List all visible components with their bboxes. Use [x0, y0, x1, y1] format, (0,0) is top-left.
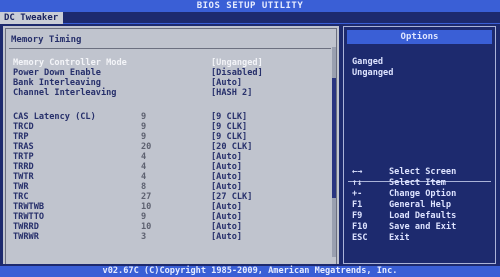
setting-label: TRTP	[13, 152, 34, 162]
setting-current: 27	[141, 192, 152, 202]
help-key: +-	[352, 189, 363, 199]
setting-current: 10	[141, 202, 152, 212]
setting-current: 10	[141, 222, 152, 232]
setting-value[interactable]: [27 CLK]	[211, 192, 252, 202]
option-ganged[interactable]: Ganged	[352, 57, 383, 67]
setting-value[interactable]: [Auto]	[211, 212, 242, 222]
options-panel: Options Ganged Unganged ←→ Select Screen…	[343, 26, 496, 264]
tab-dc-tweaker[interactable]: DC Tweaker	[0, 12, 63, 24]
help-desc: Change Option	[389, 189, 457, 199]
setting-current: 3	[141, 232, 147, 242]
help-desc: Load Defaults	[389, 211, 457, 221]
setting-label: TWRWR	[13, 232, 39, 242]
setting-label: TRWTWB	[13, 202, 45, 212]
left-right-arrows-icon: ←→	[352, 167, 363, 177]
setting-value[interactable]: [Auto]	[211, 172, 242, 182]
setting-value[interactable]: [20 CLK]	[211, 142, 252, 152]
setting-value[interactable]: [Auto]	[211, 202, 242, 212]
setting-value[interactable]: [Disabled]	[211, 68, 263, 78]
setting-value[interactable]: [Auto]	[211, 222, 242, 232]
help-key: F9	[352, 211, 363, 221]
setting-label: TWTR	[13, 172, 34, 182]
setting-label: Power Down Enable	[13, 68, 101, 78]
help-desc: Exit	[389, 233, 410, 243]
bios-title: BIOS SETUP UTILITY	[196, 1, 304, 11]
help-key: F10	[352, 222, 368, 232]
tab-label: DC Tweaker	[4, 13, 59, 23]
help-key: F1	[352, 200, 363, 210]
help-desc: Select Item	[389, 178, 446, 188]
section-divider	[9, 48, 331, 49]
setting-label: TRCD	[13, 122, 34, 132]
help-desc: Save and Exit	[389, 222, 457, 232]
help-desc: Select Screen	[389, 167, 457, 177]
setting-label: TRWTTO	[13, 212, 45, 222]
setting-value[interactable]: [9 CLK]	[211, 112, 247, 122]
setting-current: 9	[141, 112, 147, 122]
section-title: Memory Timing	[11, 35, 82, 45]
setting-label: Memory Controller Mode	[13, 58, 127, 68]
setting-value[interactable]: [Auto]	[211, 78, 242, 88]
setting-value[interactable]: [Auto]	[211, 182, 242, 192]
setting-current: 9	[141, 132, 147, 142]
bios-title-bar: BIOS SETUP UTILITY	[0, 0, 500, 12]
setting-value[interactable]: [Unganged]	[211, 58, 263, 68]
setting-current: 20	[141, 142, 152, 152]
options-title: Options	[347, 30, 492, 44]
setting-label: Bank Interleaving	[13, 78, 101, 88]
setting-label: Channel Interleaving	[13, 88, 117, 98]
setting-label: TRAS	[13, 142, 34, 152]
copyright-text: v02.67C (C)Copyright 1985-2009, American…	[102, 266, 398, 276]
setting-label: TWRRD	[13, 222, 39, 232]
setting-value[interactable]: [Auto]	[211, 162, 242, 172]
copyright-footer: v02.67C (C)Copyright 1985-2009, American…	[0, 266, 500, 277]
setting-value[interactable]: [9 CLK]	[211, 132, 247, 142]
setting-label: TRP	[13, 132, 29, 142]
option-unganged[interactable]: Unganged	[352, 68, 393, 78]
tab-underline	[63, 23, 500, 24]
setting-label: TRC	[13, 192, 29, 202]
setting-label: TWR	[13, 182, 29, 192]
setting-current: 4	[141, 172, 147, 182]
settings-panel: Memory Timing Memory Controller Mode [Un…	[3, 26, 339, 264]
setting-label: TRRD	[13, 162, 34, 172]
setting-label: CAS Latency (CL)	[13, 112, 96, 122]
setting-value[interactable]: [9 CLK]	[211, 122, 247, 132]
setting-current: 9	[141, 122, 147, 132]
setting-value[interactable]: [Auto]	[211, 232, 242, 242]
setting-current: 4	[141, 162, 147, 172]
setting-current: 9	[141, 212, 147, 222]
setting-current: 4	[141, 152, 147, 162]
setting-value[interactable]: [Auto]	[211, 152, 242, 162]
help-key: ESC	[352, 233, 368, 243]
setting-current: 8	[141, 182, 147, 192]
scrollbar-thumb[interactable]	[332, 78, 336, 198]
setting-value[interactable]: [HASH 2]	[211, 88, 252, 98]
help-desc: General Help	[389, 200, 452, 210]
up-down-arrows-icon: ↑↓	[352, 178, 363, 188]
